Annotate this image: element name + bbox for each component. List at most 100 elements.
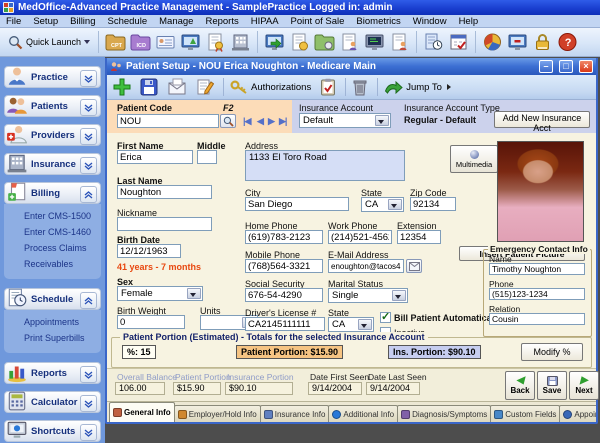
maximize-button[interactable]: □ bbox=[559, 60, 573, 73]
delete-patient-button[interactable] bbox=[352, 78, 368, 96]
social-security-input[interactable] bbox=[245, 288, 323, 302]
patients-expand-button[interactable] bbox=[80, 99, 97, 116]
sidebar-item-process-claims[interactable]: Process Claims bbox=[24, 243, 99, 253]
insurance-expand-button[interactable] bbox=[80, 157, 97, 174]
sidebar-item-receivables[interactable]: Receivables bbox=[24, 259, 99, 269]
sidebar-item-calculator[interactable]: Calculator bbox=[4, 391, 101, 413]
sidebar-item-practice[interactable]: Practice bbox=[4, 66, 101, 88]
facility-icon[interactable] bbox=[230, 32, 251, 52]
sidebar-item-patients[interactable]: Patients bbox=[4, 95, 101, 117]
birth-date-input[interactable] bbox=[117, 244, 181, 258]
jump-to-button[interactable]: Jump To bbox=[384, 80, 454, 95]
providers-expand-button[interactable] bbox=[80, 128, 97, 145]
analytics-icon[interactable] bbox=[482, 32, 503, 52]
tab-diagnosis-symptoms[interactable]: Diagnosis/Symptoms bbox=[397, 405, 491, 422]
patient-search-button[interactable] bbox=[220, 114, 236, 128]
calculator-expand-button[interactable] bbox=[80, 395, 97, 412]
charges-icon[interactable] bbox=[289, 32, 310, 52]
address-input[interactable]: 1133 El Toro Road bbox=[245, 150, 405, 181]
terminal-icon[interactable] bbox=[364, 32, 385, 52]
cpt-codes-icon[interactable]: CPT bbox=[105, 32, 126, 52]
save-patient-button[interactable] bbox=[140, 78, 158, 96]
emergency-phone-input[interactable] bbox=[489, 288, 585, 300]
sidebar-item-billing[interactable]: Billing bbox=[4, 182, 101, 204]
insurance-account-select[interactable]: Default bbox=[299, 113, 391, 128]
monitor-offline-icon[interactable] bbox=[507, 32, 528, 52]
nickname-input[interactable] bbox=[117, 217, 212, 231]
reports-expand-button[interactable] bbox=[80, 366, 97, 383]
sidebar-item-print-superbills[interactable]: Print Superbills bbox=[24, 333, 99, 343]
extension-input[interactable] bbox=[397, 230, 441, 244]
emergency-name-input[interactable] bbox=[489, 263, 585, 275]
nav-next-button[interactable]: ▶ bbox=[268, 116, 274, 127]
drivers-license-input[interactable] bbox=[245, 317, 325, 331]
menu-setup[interactable]: Setup bbox=[27, 16, 64, 27]
tab-custom-fields[interactable]: Custom Fields bbox=[490, 405, 560, 422]
lab-monitor-icon[interactable] bbox=[180, 32, 201, 52]
practice-expand-button[interactable] bbox=[80, 70, 97, 87]
security-lock-icon[interactable] bbox=[532, 32, 553, 52]
id-card-icon[interactable] bbox=[155, 32, 176, 52]
city-input[interactable] bbox=[245, 197, 349, 211]
shortcuts-expand-button[interactable] bbox=[80, 424, 97, 441]
authorizations-button[interactable]: Authorizations bbox=[230, 79, 311, 95]
nav-previous-button[interactable]: ◀ bbox=[257, 116, 263, 127]
tab-insurance-info[interactable]: Insurance Info bbox=[260, 405, 330, 422]
modify-percent-button[interactable]: Modify % bbox=[521, 343, 583, 361]
add-new-insurance-button[interactable]: Add New Insurance Acct bbox=[494, 111, 590, 128]
sidebar-item-enter-cms-1460[interactable]: Enter CMS-1460 bbox=[24, 227, 99, 237]
emergency-relation-input[interactable] bbox=[489, 313, 585, 325]
state-select[interactable]: CA bbox=[361, 197, 404, 212]
last-name-input[interactable] bbox=[117, 185, 212, 199]
mobile-phone-input[interactable] bbox=[245, 259, 323, 273]
first-name-input[interactable] bbox=[117, 150, 193, 164]
help-icon[interactable]: ? bbox=[557, 32, 578, 52]
birth-weight-input[interactable] bbox=[117, 315, 185, 329]
quick-launch-button[interactable]: Quick Launch bbox=[4, 33, 94, 52]
menu-biometrics[interactable]: Biometrics bbox=[350, 16, 406, 27]
zip-input[interactable] bbox=[410, 197, 456, 211]
menu-file[interactable]: File bbox=[0, 16, 27, 27]
nav-last-button[interactable]: ▶| bbox=[279, 116, 286, 127]
menu-manage[interactable]: Manage bbox=[153, 16, 199, 27]
bill-automatically-checkbox[interactable] bbox=[380, 312, 391, 323]
email-input[interactable] bbox=[328, 259, 404, 273]
certifications-icon[interactable] bbox=[205, 32, 226, 52]
provider-docs-icon[interactable] bbox=[389, 32, 410, 52]
tab-general-info[interactable]: General Info bbox=[109, 402, 175, 422]
dl-state-select[interactable]: CA bbox=[328, 317, 374, 332]
sex-select[interactable]: Female bbox=[117, 286, 203, 301]
edit-patient-button[interactable] bbox=[196, 78, 214, 96]
sidebar-item-insurance[interactable]: Insurance bbox=[4, 153, 101, 175]
middle-input[interactable] bbox=[197, 150, 217, 164]
schedule-collapse-button[interactable] bbox=[80, 292, 97, 309]
eligibility-button[interactable] bbox=[320, 78, 336, 96]
transmit-icon[interactable] bbox=[264, 32, 285, 52]
sidebar-item-enter-cms-1500[interactable]: Enter CMS-1500 bbox=[24, 211, 99, 221]
billing-collapse-button[interactable] bbox=[80, 186, 97, 203]
menu-billing[interactable]: Billing bbox=[64, 16, 101, 27]
menu-point-of-sale[interactable]: Point of Sale bbox=[285, 16, 351, 27]
menu-help[interactable]: Help bbox=[453, 16, 485, 27]
save-button[interactable]: Save bbox=[537, 371, 567, 400]
work-phone-input[interactable] bbox=[328, 230, 392, 244]
marital-status-select[interactable]: Single bbox=[328, 288, 408, 303]
sidebar-item-schedule[interactable]: Schedule bbox=[4, 288, 101, 310]
statement-button[interactable] bbox=[167, 78, 187, 96]
sidebar-item-shortcuts[interactable]: Shortcuts bbox=[4, 420, 101, 442]
close-button[interactable]: × bbox=[579, 60, 593, 73]
home-phone-input[interactable] bbox=[245, 230, 323, 244]
tab-employer-hold-info[interactable]: Employer/Hold Info bbox=[174, 405, 261, 422]
patient-code-input[interactable] bbox=[117, 114, 219, 128]
patient-docs-icon[interactable] bbox=[339, 32, 360, 52]
icd-codes-icon[interactable]: ICD bbox=[130, 32, 151, 52]
nav-first-button[interactable]: |◀ bbox=[243, 116, 250, 127]
add-patient-button[interactable] bbox=[113, 78, 131, 96]
email-send-button[interactable] bbox=[406, 259, 422, 273]
back-button[interactable]: ◀Back bbox=[505, 371, 535, 400]
multimedia-button[interactable]: Multimedia bbox=[450, 145, 498, 173]
claims-icon[interactable] bbox=[314, 32, 335, 52]
calendar-check-icon[interactable] bbox=[448, 32, 469, 52]
minimize-button[interactable]: – bbox=[539, 60, 553, 73]
next-button[interactable]: ▶Next bbox=[569, 371, 599, 400]
